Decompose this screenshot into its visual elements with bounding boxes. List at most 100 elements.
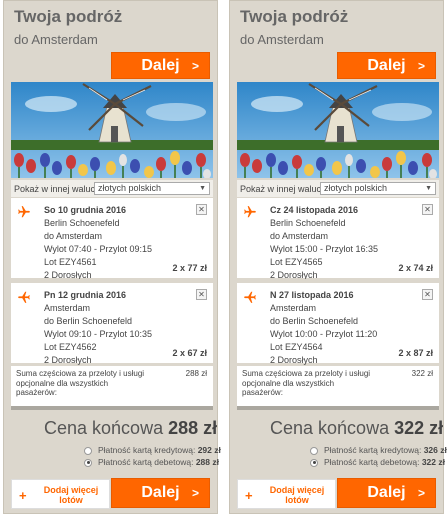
plus-icon: +	[245, 488, 253, 503]
flight-origin: Amsterdam	[270, 303, 317, 313]
chevron-right-icon: >	[417, 58, 425, 73]
next-button[interactable]: Dalej >	[337, 52, 436, 79]
trip-destination: do Amsterdam	[14, 32, 98, 47]
final-price-label: Cena końcowa	[270, 418, 390, 438]
flight-destination: do Amsterdam	[270, 231, 329, 241]
flight-number: Lot EZY4561	[44, 257, 97, 267]
subtotal-value: 288 zł	[185, 369, 207, 378]
destination-photo	[237, 82, 439, 178]
remove-flight-button[interactable]: ✕	[196, 204, 207, 215]
plane-icon	[18, 206, 30, 218]
final-price: Cena końcowa 322 zł	[270, 418, 443, 439]
payment-label: Płatność kartą debetową:	[324, 457, 420, 467]
currency-switcher: Pokaż w innej walucie złotych polskich ▼	[11, 180, 213, 197]
plane-icon	[244, 206, 256, 218]
remove-flight-button[interactable]: ✕	[422, 289, 433, 300]
flight-number: Lot EZY4565	[270, 257, 323, 267]
flight-price: 2 x 87 zł	[398, 348, 433, 358]
payment-option-debit[interactable]: Płatność kartą debetową: 288 zł	[84, 457, 219, 467]
add-more-flights-button[interactable]: + Dodaj więcej lotów	[11, 479, 110, 509]
payment-value: 292 zł	[197, 445, 221, 455]
continue-button-label: Dalej	[367, 484, 406, 501]
payment-option-credit[interactable]: Płatność kartą kredytową: 326 zł	[310, 445, 447, 455]
plus-icon: +	[19, 488, 27, 503]
radio-button[interactable]	[310, 458, 318, 467]
flight-origin: Berlin Schoenefeld	[44, 218, 120, 228]
payment-value: 326 zł	[423, 445, 447, 455]
flight-destination: do Berlin Schoenefeld	[44, 316, 133, 326]
chevron-down-icon: ▼	[199, 185, 206, 192]
currency-value: złotych polskich	[98, 183, 162, 193]
flight-price: 2 x 74 zł	[398, 263, 433, 273]
flight-destination: do Berlin Schoenefeld	[270, 316, 359, 326]
trip-summary-panel: Twoja podróż do Amsterdam Dalej > Pokaż …	[3, 0, 221, 514]
flight-origin: Amsterdam	[44, 303, 91, 313]
currency-select[interactable]: złotych polskich ▼	[94, 182, 210, 195]
flight-number: Lot EZY4564	[270, 342, 323, 352]
flight-card-return: Pn 12 grudnia 2016 Amsterdam do Berlin S…	[11, 283, 213, 365]
remove-flight-button[interactable]: ✕	[422, 204, 433, 215]
continue-button-label: Dalej	[141, 484, 180, 501]
radio-button[interactable]	[310, 446, 318, 455]
subtotal-value: 322 zł	[411, 369, 433, 378]
payment-label: Płatność kartą debetową:	[98, 457, 194, 467]
chevron-right-icon: >	[191, 58, 199, 73]
flight-price: 2 x 67 zł	[172, 348, 207, 358]
plane-icon	[18, 291, 30, 303]
continue-button[interactable]: Dalej >	[111, 478, 210, 508]
currency-label: Pokaż w innej walucie	[240, 183, 329, 194]
flight-card-outbound: Cz 24 listopada 2016 Berlin Schoenefeld …	[237, 198, 439, 280]
flight-times: Wylot 07:40 - Przylot 09:15	[44, 244, 152, 254]
next-button[interactable]: Dalej >	[111, 52, 210, 79]
flight-number: Lot EZY4562	[44, 342, 97, 352]
next-button-label: Dalej	[367, 56, 406, 74]
radio-button[interactable]	[84, 458, 92, 467]
flight-destination: do Amsterdam	[44, 231, 103, 241]
trip-summary-panel: Twoja podróż do Amsterdam Dalej > Pokaż …	[229, 0, 447, 514]
continue-button[interactable]: Dalej >	[337, 478, 436, 508]
subtotal-label: Suma częściowa za przeloty i usługi opcj…	[242, 369, 371, 397]
add-more-flights-label: Dodaj więcej lotów	[269, 485, 325, 505]
currency-value: złotych polskich	[324, 183, 388, 193]
final-price-value: 288 zł	[168, 418, 218, 438]
chevron-down-icon: ▼	[425, 185, 432, 192]
flight-card-return: N 27 listopada 2016 Amsterdam do Berlin …	[237, 283, 439, 365]
payment-label: Płatność kartą kredytową:	[98, 445, 196, 455]
plane-icon	[244, 291, 256, 303]
flight-times: Wylot 09:10 - Przylot 10:35	[44, 329, 152, 339]
radio-button[interactable]	[84, 446, 92, 455]
trip-title: Twoja podróż	[14, 7, 123, 26]
trip-title: Twoja podróż	[240, 7, 349, 26]
final-price-label: Cena końcowa	[44, 418, 164, 438]
flight-date: Pn 12 grudnia 2016	[44, 290, 127, 300]
add-more-flights-button[interactable]: + Dodaj więcej lotów	[237, 479, 336, 509]
payment-value: 322 zł	[421, 457, 445, 467]
subtotal-box: Suma częściowa za przeloty i usługi opcj…	[237, 366, 439, 406]
payment-label: Płatność kartą kredytową:	[324, 445, 422, 455]
payment-option-debit[interactable]: Płatność kartą debetową: 322 zł	[310, 457, 445, 467]
payment-value: 288 zł	[195, 457, 219, 467]
payment-option-credit[interactable]: Płatność kartą kredytową: 292 zł	[84, 445, 221, 455]
flight-date: So 10 grudnia 2016	[44, 205, 127, 215]
final-price: Cena końcowa 288 zł	[44, 418, 217, 439]
destination-photo	[11, 82, 213, 178]
currency-select[interactable]: złotych polskich ▼	[320, 182, 436, 195]
flight-times: Wylot 15:00 - Przylot 16:35	[270, 244, 378, 254]
divider	[237, 406, 439, 410]
currency-switcher: Pokaż w innej walucie złotych polskich ▼	[237, 180, 439, 197]
chevron-right-icon: >	[191, 486, 199, 500]
flight-price: 2 x 77 zł	[172, 263, 207, 273]
subtotal-label: Suma częściowa za przeloty i usługi opcj…	[16, 369, 145, 397]
add-more-flights-label: Dodaj więcej lotów	[43, 485, 99, 505]
flight-origin: Berlin Schoenefeld	[270, 218, 346, 228]
flight-date: Cz 24 listopada 2016	[270, 205, 359, 215]
flight-card-outbound: So 10 grudnia 2016 Berlin Schoenefeld do…	[11, 198, 213, 280]
trip-destination: do Amsterdam	[240, 32, 324, 47]
final-price-value: 322 zł	[394, 418, 444, 438]
subtotal-box: Suma częściowa za przeloty i usługi opcj…	[11, 366, 213, 406]
chevron-right-icon: >	[417, 486, 425, 500]
divider	[11, 406, 213, 410]
remove-flight-button[interactable]: ✕	[196, 289, 207, 300]
flight-date: N 27 listopada 2016	[270, 290, 354, 300]
currency-label: Pokaż w innej walucie	[14, 183, 103, 194]
